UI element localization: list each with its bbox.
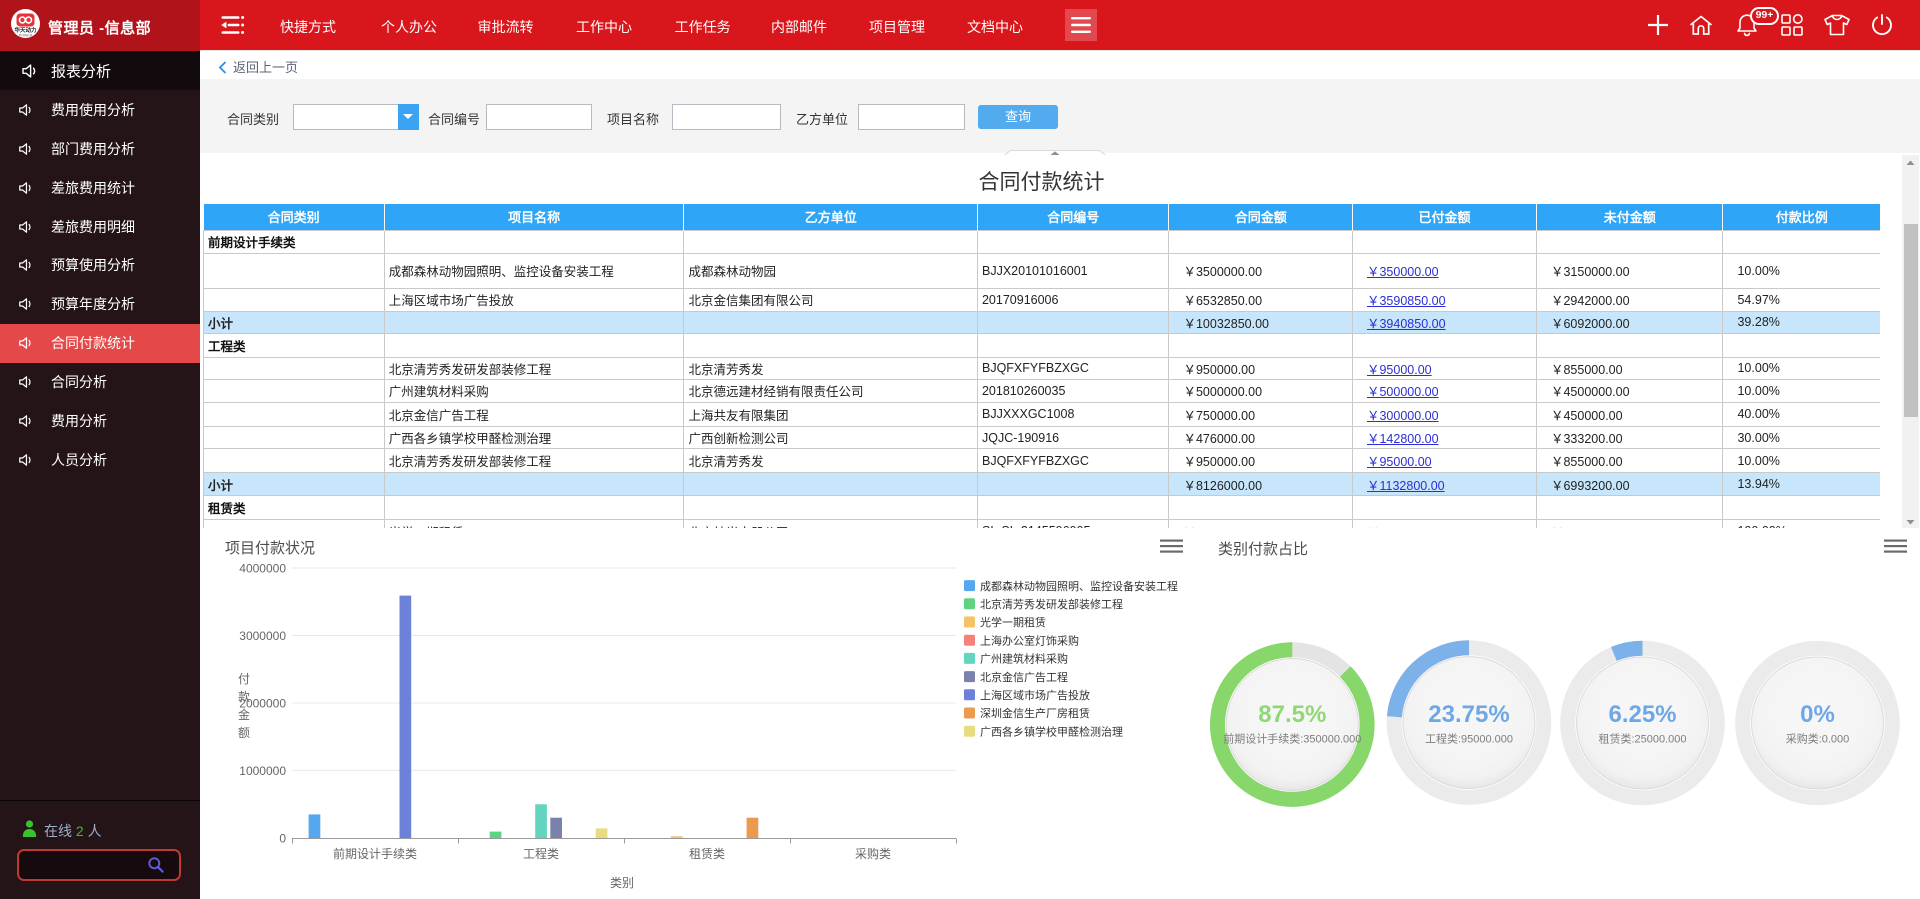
svg-text:北京金信广告工程: 北京金信广告工程	[980, 670, 1068, 684]
svg-text:光学一期租赁: 光学一期租赁	[980, 615, 1046, 629]
svg-text:1000000: 1000000	[239, 764, 286, 778]
svg-text:87.5%: 87.5%	[1258, 701, 1326, 728]
svg-text:前期设计手续类: 前期设计手续类	[333, 846, 417, 861]
svg-text:北京清芳秀发研发部装修工程: 北京清芳秀发研发部装修工程	[980, 597, 1123, 611]
svg-text:工程类:95000.000: 工程类:95000.000	[1425, 732, 1513, 746]
svg-text:采购类: 采购类	[855, 846, 891, 861]
svg-text:类别: 类别	[610, 876, 634, 890]
svg-text:款: 款	[238, 690, 250, 704]
svg-text:付: 付	[238, 672, 250, 686]
svg-text:4000000: 4000000	[239, 562, 286, 576]
svg-text:工程类: 工程类	[523, 846, 559, 861]
svg-text:上海办公室灯饰采购: 上海办公室灯饰采购	[980, 633, 1079, 647]
svg-text:租赁类:25000.000: 租赁类:25000.000	[1598, 732, 1686, 746]
svg-text:前期设计手续类:350000.000: 前期设计手续类:350000.000	[1223, 732, 1361, 746]
svg-text:6.25%: 6.25%	[1608, 701, 1676, 728]
svg-text:项目付款状况: 项目付款状况	[225, 540, 315, 557]
svg-text:广西各乡镇学校甲醛检测治理: 广西各乡镇学校甲醛检测治理	[980, 724, 1123, 738]
svg-text:成都森林动物园照明、监控设备安装工程: 成都森林动物园照明、监控设备安装工程	[980, 579, 1178, 593]
svg-text:深圳金信生产厂房租赁: 深圳金信生产厂房租赁	[980, 706, 1090, 720]
svg-text:0%: 0%	[1800, 701, 1835, 728]
svg-text:POWER: POWER	[19, 34, 33, 38]
svg-text:租赁类: 租赁类	[689, 847, 725, 861]
svg-text:23.75%: 23.75%	[1428, 701, 1509, 728]
svg-text:3000000: 3000000	[239, 629, 286, 643]
svg-text:上海区域市场广告投放: 上海区域市场广告投放	[980, 688, 1090, 702]
svg-text:额: 额	[238, 726, 250, 740]
svg-text:0: 0	[279, 832, 286, 846]
svg-text:类别付款占比: 类别付款占比	[1218, 541, 1308, 558]
svg-text:金: 金	[238, 707, 250, 722]
svg-text:广州建筑材料采购: 广州建筑材料采购	[980, 652, 1068, 666]
svg-text:采购类:0.000: 采购类:0.000	[1786, 732, 1850, 746]
